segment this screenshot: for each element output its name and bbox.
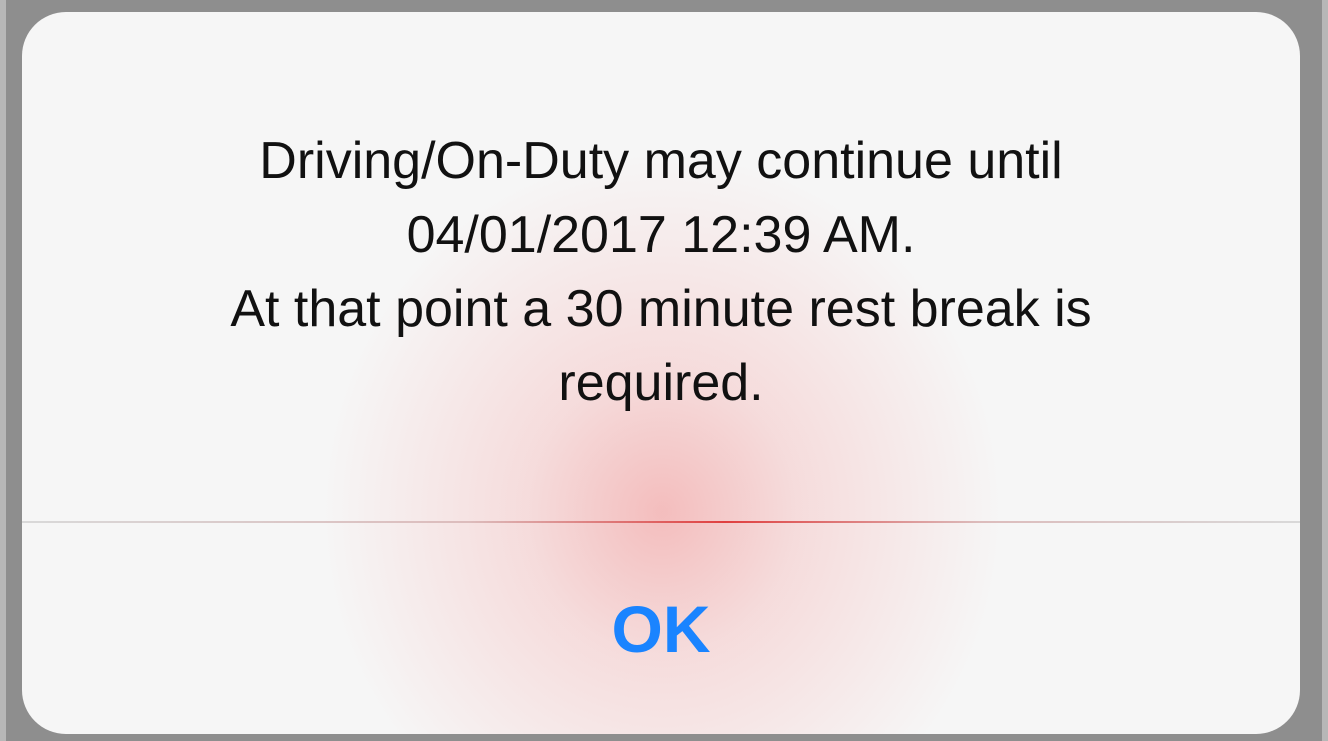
alert-message-line-1: Driving/On-Duty may continue until [259,132,1063,190]
alert-dialog: Driving/On-Duty may continue until 04/01… [22,12,1300,734]
alert-message-line-3: At that point a 30 minute rest break is [230,280,1092,338]
alert-message: Driving/On-Duty may continue until 04/01… [22,124,1300,420]
ok-button[interactable]: OK [22,523,1300,734]
alert-message-line-2: 04/01/2017 12:39 AM. [406,206,916,264]
alert-message-line-4: required. [558,354,764,412]
